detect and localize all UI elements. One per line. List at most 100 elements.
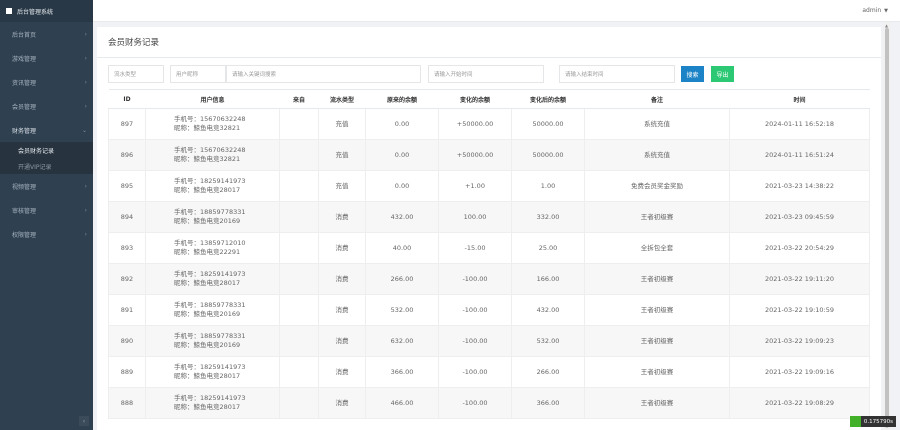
- collapse-sidebar-icon[interactable]: ‹: [79, 416, 89, 426]
- user-phone: 手机号：15670632248: [174, 146, 246, 154]
- cell-note: 王者初级赛: [584, 294, 730, 326]
- cell-id: 890: [108, 325, 146, 357]
- column-header-before[interactable]: 原来的余额: [365, 89, 439, 109]
- username: admin: [862, 7, 882, 14]
- user-phone: 手机号：18259141973: [174, 363, 246, 371]
- type-select[interactable]: 流水类型: [108, 65, 164, 83]
- cell-type: 消费: [318, 325, 366, 357]
- leaf-logo-icon: [849, 416, 861, 427]
- cell-type: 消费: [318, 263, 366, 295]
- cell-user: 手机号：15670632248 昵称：鲸鱼电竞32821: [145, 108, 280, 140]
- cell-id: 897: [108, 108, 146, 140]
- column-header-after[interactable]: 变化后的余额: [511, 89, 585, 109]
- chevron-right-icon: ›: [84, 206, 87, 214]
- cell-note: 系统充值: [584, 108, 730, 140]
- table-row: 894 手机号：18859778331 昵称：鲸鱼电竞20169 消费 432.00 10…: [108, 201, 870, 233]
- column-header-from[interactable]: 来自: [279, 89, 319, 109]
- sidebar-item-members[interactable]: 会员管理 ›: [0, 94, 93, 118]
- sidebar-item-news[interactable]: 资讯管理 ›: [0, 70, 93, 94]
- cell-before: 0.00: [365, 170, 439, 202]
- cell-type: 消费: [318, 356, 366, 388]
- top-bar: admin ▼: [93, 0, 900, 22]
- user-phone: 手机号：18859778331: [174, 332, 246, 340]
- cell-time: 2021-03-22 19:09:23: [729, 325, 870, 357]
- column-header-change[interactable]: 变化的余额: [438, 89, 512, 109]
- cell-from: [279, 201, 319, 233]
- start-time-input[interactable]: 请输入开始时间: [428, 65, 544, 83]
- cell-before: 266.00: [365, 263, 439, 295]
- cell-user: 手机号：13859712010 昵称：鲸鱼电竞22291: [145, 232, 280, 264]
- cell-note: 王者初级赛: [584, 356, 730, 388]
- cell-from: [279, 139, 319, 171]
- chevron-right-icon: ›: [84, 230, 87, 238]
- cell-time: 2021-03-23 09:45:59: [729, 201, 870, 233]
- user-nickname: 昵称：鲸鱼电竞20169: [174, 217, 241, 225]
- table-row: 893 手机号：13859712010 昵称：鲸鱼电竞22291 消费 40.00 -15…: [108, 232, 870, 264]
- export-button[interactable]: 导出: [711, 66, 734, 82]
- cell-user: 手机号：18859778331 昵称：鲸鱼电竞20169: [145, 325, 280, 357]
- cell-change: -100.00: [438, 387, 512, 419]
- cell-after: 50000.00: [511, 108, 585, 140]
- sidebar-subitem-vip-records[interactable]: 开通VIP记录: [0, 158, 93, 174]
- cell-type: 消费: [318, 201, 366, 233]
- sidebar-subitem-finance-records[interactable]: 会员财务记录: [0, 142, 93, 158]
- cell-after: 532.00: [511, 325, 585, 357]
- cell-time: 2024-01-11 16:52:18: [729, 108, 870, 140]
- cell-after: 166.00: [511, 263, 585, 295]
- column-header-id[interactable]: ID: [108, 89, 146, 109]
- user-nickname: 昵称：鲸鱼电竞22291: [174, 248, 241, 256]
- cell-time: 2021-03-22 20:54:29: [729, 232, 870, 264]
- cell-after: 1.00: [511, 170, 585, 202]
- cell-time: 2021-03-22 19:08:29: [729, 387, 870, 419]
- cell-note: 系统充值: [584, 139, 730, 171]
- user-phone: 手机号：18259141973: [174, 270, 246, 278]
- cell-from: [279, 108, 319, 140]
- cell-type: 消费: [318, 232, 366, 264]
- cell-user: 手机号：18859778331 昵称：鲸鱼电竞20169: [145, 201, 280, 233]
- cell-after: 25.00: [511, 232, 585, 264]
- user-phone: 手机号：15670632248: [174, 115, 246, 123]
- column-header-user[interactable]: 用户信息: [145, 89, 280, 109]
- column-header-time[interactable]: 时间: [729, 89, 870, 109]
- table-header-row: ID 用户信息 来自 流水类型 原来的余额 变化的余额 变化后的余额 备注 时间: [108, 89, 870, 109]
- timing-badge: 0.175790s: [849, 416, 896, 427]
- scrollbar-thumb[interactable]: [885, 28, 889, 428]
- cell-time: 2021-03-22 19:09:16: [729, 356, 870, 388]
- table-row: 896 手机号：15670632248 昵称：鲸鱼电竞32821 充值 0.00 +500…: [108, 139, 870, 171]
- cell-change: +50000.00: [438, 139, 512, 171]
- cell-before: 0.00: [365, 108, 439, 140]
- cell-note: 免费会员奖金奖励: [584, 170, 730, 202]
- user-nickname: 昵称：鲸鱼电竞28017: [174, 372, 241, 380]
- sidebar-item-permissions[interactable]: 权限管理 ›: [0, 222, 93, 246]
- cell-from: [279, 356, 319, 388]
- app-brand: 后台管理系统: [0, 0, 93, 22]
- user-select[interactable]: 用户昵称: [170, 65, 226, 83]
- cell-user: 手机号：18259141973 昵称：鲸鱼电竞28017: [145, 263, 280, 295]
- keyword-input[interactable]: 请输入关键词搜索: [226, 65, 421, 83]
- user-menu[interactable]: admin ▼: [862, 7, 888, 14]
- cell-time: 2021-03-23 14:38:22: [729, 170, 870, 202]
- records-table: ID 用户信息 来自 流水类型 原来的余额 变化的余额 变化后的余额 备注 时间…: [108, 89, 870, 419]
- cell-from: [279, 325, 319, 357]
- cell-id: 889: [108, 356, 146, 388]
- cell-change: -100.00: [438, 263, 512, 295]
- cell-change: -15.00: [438, 232, 512, 264]
- sidebar: 后台管理系统 后台首页 › 游戏管理 › 资讯管理 › 会员管理 › 财务管理 ⌄ 会员财…: [0, 0, 93, 430]
- sidebar-item-home[interactable]: 后台首页 ›: [0, 22, 93, 46]
- page-scrollbar[interactable]: ▲: [883, 22, 891, 430]
- cell-change: +50000.00: [438, 108, 512, 140]
- sidebar-item-games[interactable]: 游戏管理 ›: [0, 46, 93, 70]
- search-button[interactable]: 搜索: [681, 66, 704, 82]
- table-row: 890 手机号：18859778331 昵称：鲸鱼电竞20169 消费 632.00 -1…: [108, 325, 870, 357]
- cell-id: 888: [108, 387, 146, 419]
- sidebar-item-videos[interactable]: 视频管理 ›: [0, 174, 93, 198]
- cell-id: 891: [108, 294, 146, 326]
- sidebar-item-finance[interactable]: 财务管理 ⌄: [0, 118, 93, 142]
- column-header-type[interactable]: 流水类型: [318, 89, 366, 109]
- cell-before: 0.00: [365, 139, 439, 171]
- column-header-note[interactable]: 备注: [584, 89, 730, 109]
- end-time-input[interactable]: 请输入结束时间: [559, 65, 675, 83]
- cell-from: [279, 232, 319, 264]
- sidebar-item-review[interactable]: 审核管理 ›: [0, 198, 93, 222]
- table-row: 895 手机号：18259141973 昵称：鲸鱼电竞28017 充值 0.00 +1.0…: [108, 170, 870, 202]
